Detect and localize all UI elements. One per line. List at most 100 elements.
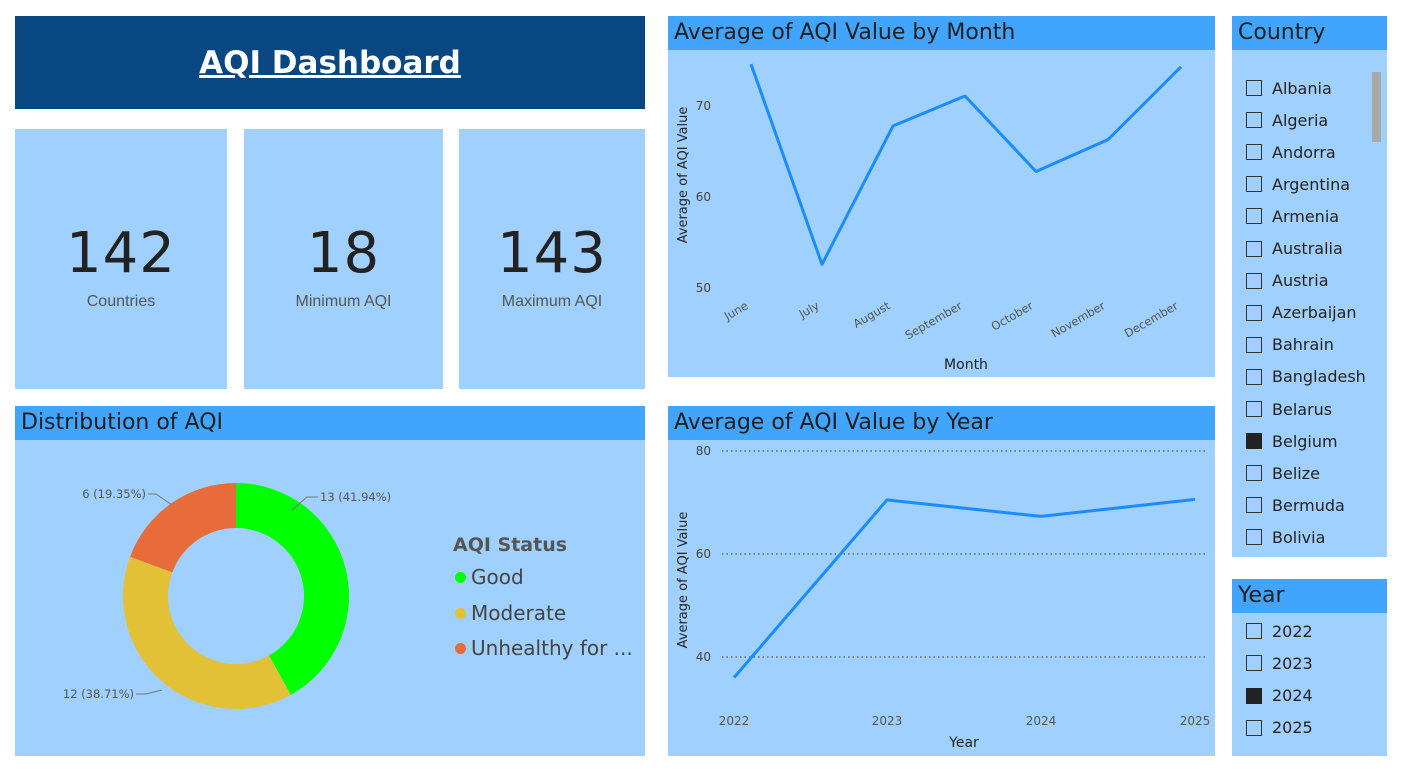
slicer-title: Year: [1232, 579, 1387, 613]
year-option-2023[interactable]: 2023: [1246, 651, 1313, 675]
kpi-label: Countries: [86, 293, 156, 310]
kpi-label: Minimum AQI: [295, 293, 392, 310]
kpi-value: 143: [497, 221, 607, 286]
y-axis-label: Average of AQI Value: [676, 512, 691, 649]
x-tick-label: 2022: [719, 714, 750, 728]
year-option-2022[interactable]: 2022: [1246, 619, 1313, 643]
checkbox[interactable]: [1246, 336, 1262, 353]
slicer-item-label: Bahrain: [1272, 335, 1334, 355]
y-axis-label: Average of AQI Value: [676, 107, 691, 244]
y-tick-label: 40: [696, 650, 711, 664]
year-slicer[interactable]: Year 2022 2023 2024 2025: [1232, 579, 1387, 756]
kpi-label: Maximum AQI: [501, 293, 603, 310]
checkbox[interactable]: [1246, 80, 1262, 96]
checkbox[interactable]: [1246, 465, 1262, 482]
distribution-donut-chart[interactable]: Distribution of AQI 13 (41.94%) 12 (38.71…: [15, 406, 645, 756]
checkbox[interactable]: [1246, 623, 1262, 639]
country-option-austria[interactable]: Austria: [1246, 269, 1329, 293]
checkbox[interactable]: [1246, 144, 1262, 161]
checkbox[interactable]: [1246, 112, 1262, 129]
slicer-item-label: Bolivia: [1272, 527, 1326, 547]
country-option-bermuda[interactable]: Bermuda: [1246, 493, 1345, 517]
checkbox[interactable]: [1246, 433, 1262, 450]
country-option-belize[interactable]: Belize: [1246, 461, 1320, 485]
slicer-item-label: Albania: [1272, 78, 1332, 98]
leader-line: [148, 493, 173, 506]
country-option-belarus[interactable]: Belarus: [1246, 397, 1332, 421]
dashboard-title: AQI Dashboard: [199, 44, 461, 81]
slicer-scrollbar[interactable]: [1372, 72, 1381, 142]
x-tick-label: September: [902, 298, 964, 342]
series-line[interactable]: [749, 63, 1183, 266]
legend-label: Unhealthy for ...: [471, 636, 633, 660]
kpi-card-countries: 142 Countries: [15, 129, 227, 389]
checkbox[interactable]: [1246, 529, 1262, 546]
year-line-chart[interactable]: Average of AQI Value by Year 80 60 40 Avera…: [668, 406, 1215, 756]
checkbox[interactable]: [1246, 401, 1262, 417]
legend-item-unhealthy[interactable]: Unhealthy for ...: [455, 636, 633, 660]
checkbox[interactable]: [1246, 655, 1262, 672]
y-tick-label: 60: [696, 547, 711, 561]
country-option-bahrain[interactable]: Bahrain: [1246, 333, 1334, 357]
legend-item-moderate[interactable]: Moderate: [455, 601, 566, 625]
checkbox[interactable]: [1246, 719, 1262, 736]
slicer-item-label: Belarus: [1272, 399, 1333, 419]
slicer-item-label: Austria: [1272, 271, 1329, 291]
x-tick-label: 2025: [1180, 714, 1211, 728]
y-tick-label: 50: [696, 281, 711, 295]
series-line[interactable]: [732, 497, 1196, 679]
checkbox[interactable]: [1246, 497, 1262, 514]
slicer-item-label: Argentina: [1272, 174, 1351, 194]
kpi-value: 142: [66, 221, 176, 286]
country-option-azerbaijan[interactable]: Azerbaijan: [1246, 301, 1357, 325]
country-option-algeria[interactable]: Algeria: [1246, 108, 1328, 132]
legend-item-good[interactable]: Good: [455, 565, 524, 589]
checkbox[interactable]: [1246, 208, 1262, 225]
slicer-item-label: 2023: [1272, 653, 1313, 673]
country-option-bolivia[interactable]: Bolivia: [1246, 525, 1325, 549]
country-option-argentina[interactable]: Argentina: [1246, 172, 1350, 196]
legend-title: AQI Status: [453, 534, 568, 556]
slicer-item-label: 2025: [1272, 718, 1313, 738]
x-tick-label: July: [796, 298, 822, 321]
country-option-albania[interactable]: Albania: [1246, 76, 1332, 100]
country-option-andorra[interactable]: Andorra: [1246, 140, 1336, 164]
checkbox[interactable]: [1246, 272, 1262, 289]
y-tick-label: 80: [696, 444, 711, 458]
x-axis-label: Month: [944, 357, 988, 373]
legend-label: Moderate: [471, 601, 567, 625]
slicer-item-label: Belgium: [1272, 431, 1338, 451]
legend-dot: [455, 642, 466, 654]
slicer-item-label: Algeria: [1272, 110, 1329, 130]
data-label: 6 (19.35%): [82, 487, 146, 501]
month-line-chart[interactable]: Average of AQI Value by Month 70 60 50 Aver…: [668, 16, 1215, 377]
donut-slice-moderate[interactable]: [122, 556, 291, 709]
x-tick-label: October: [989, 298, 1036, 333]
legend-label: Good: [471, 565, 524, 589]
dashboard-header: AQI Dashboard: [15, 16, 645, 109]
year-chart-plot: 80 60 40 Average of AQI Value Year 2022 2023 20…: [676, 444, 1211, 751]
year-option-2025[interactable]: 2025: [1246, 716, 1313, 740]
y-tick-label: 70: [696, 99, 711, 113]
slicer-title: Country: [1232, 16, 1387, 50]
country-option-bangladesh[interactable]: Bangladesh: [1246, 365, 1366, 389]
country-option-australia[interactable]: Australia: [1246, 237, 1343, 261]
slicer-item-label: 2022: [1272, 621, 1313, 641]
checkbox[interactable]: [1246, 240, 1262, 257]
checkbox[interactable]: [1246, 176, 1262, 193]
donut-plot: 13 (41.94%) 12 (38.71%) 6 (19.35%): [63, 483, 391, 709]
slicer-item-label: Bangladesh: [1272, 367, 1366, 387]
y-tick-label: 60: [696, 190, 711, 204]
country-option-belgium[interactable]: Belgium: [1246, 429, 1338, 453]
kpi-card-min-aqi: 18 Minimum AQI: [244, 129, 443, 389]
checkbox[interactable]: [1246, 368, 1262, 385]
year-option-2024[interactable]: 2024: [1246, 684, 1313, 708]
checkbox[interactable]: [1246, 687, 1262, 704]
x-tick-label: 2024: [1026, 714, 1057, 728]
country-slicer[interactable]: Country Albania Algeria Andorra Argentina Ar…: [1232, 16, 1387, 557]
checkbox[interactable]: [1246, 304, 1262, 321]
month-chart-plot: 70 60 50 Average of AQI Value Month June July A…: [676, 63, 1183, 373]
country-option-armenia[interactable]: Armenia: [1246, 204, 1339, 228]
slicer-item-label: Andorra: [1272, 142, 1336, 162]
slicer-item-label: Belize: [1272, 463, 1320, 483]
